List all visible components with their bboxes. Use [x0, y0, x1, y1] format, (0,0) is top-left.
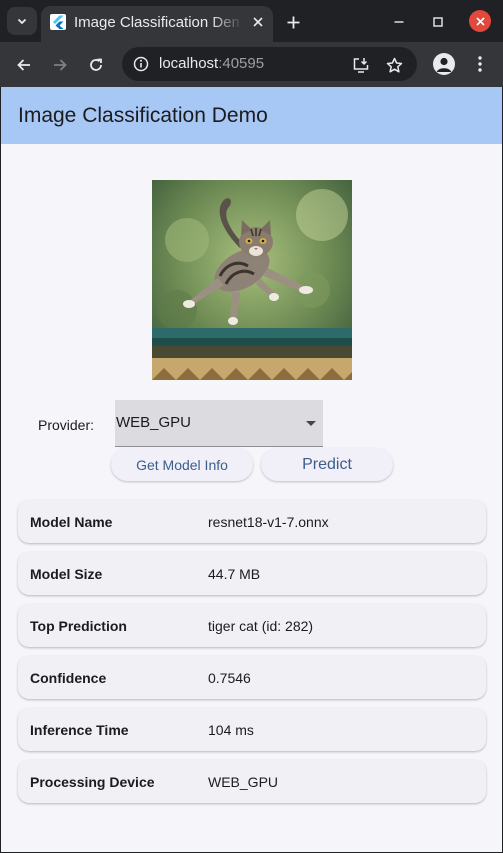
get-model-info-button[interactable]: Get Model Info	[111, 448, 253, 481]
install-app-button[interactable]	[351, 55, 371, 75]
result-card-top-prediction: Top Prediction tiger cat (id: 282)	[18, 604, 486, 647]
url-port: :40595	[218, 55, 265, 72]
tab-title-fade	[211, 10, 243, 34]
app-page: Image Classification Demo Provider: WEB_…	[1, 87, 502, 852]
forward-arrow-icon	[54, 59, 67, 71]
profile-avatar[interactable]	[433, 53, 455, 75]
new-tab-button[interactable]	[281, 10, 305, 34]
address-bar[interactable]: localhost:40595	[122, 47, 417, 81]
predict-button[interactable]: Predict	[261, 448, 393, 481]
reload-icon	[90, 58, 102, 71]
result-value: resnet18-v1-7.onnx	[208, 514, 329, 530]
result-card-processing-device: Processing Device WEB_GPU	[18, 760, 486, 803]
provider-dropdown[interactable]: WEB_GPU	[115, 400, 323, 447]
app-bar: Image Classification Demo	[1, 87, 502, 144]
result-card-confidence: Confidence 0.7546	[18, 656, 486, 699]
cat-photo	[152, 180, 352, 380]
person-icon	[436, 57, 452, 72]
dropdown-arrow-icon	[306, 421, 316, 426]
provider-dropdown-value: WEB_GPU	[116, 414, 192, 431]
result-value: 0.7546	[208, 670, 251, 686]
app-title: Image Classification Demo	[18, 104, 268, 127]
browser-menu-button[interactable]	[470, 53, 490, 75]
result-card-inference-time: Inference Time 104 ms	[18, 708, 486, 751]
close-icon	[475, 16, 485, 26]
browser-toolbar: localhost:40595	[0, 42, 503, 87]
result-value: WEB_GPU	[208, 774, 279, 790]
url-host: localhost	[159, 55, 219, 72]
result-label: Model Name	[30, 514, 113, 530]
result-card-model-name: Model Name resnet18-v1-7.onnx	[18, 500, 486, 543]
result-value: tiger cat (id: 282)	[208, 618, 314, 634]
more-vertical-icon	[478, 56, 482, 72]
back-button[interactable]	[11, 52, 37, 78]
forward-button[interactable]	[47, 52, 73, 78]
result-label: Processing Device	[30, 774, 155, 790]
plus-icon	[287, 16, 299, 28]
minimize-window-button[interactable]	[386, 9, 412, 35]
browser-tab-strip: Image Classification Demo	[0, 0, 503, 42]
tab-search-button[interactable]	[7, 7, 37, 35]
browser-tab[interactable]: Image Classification Demo	[41, 6, 273, 42]
bookmark-button[interactable]	[384, 55, 404, 75]
reload-button[interactable]	[83, 52, 109, 78]
provider-label: Provider:	[38, 417, 95, 433]
site-info-icon[interactable]	[133, 56, 149, 72]
tab-close-button[interactable]	[247, 11, 269, 33]
maximize-icon	[433, 17, 443, 27]
result-label: Model Size	[30, 566, 103, 582]
flutter-favicon-icon	[50, 14, 66, 30]
minimize-icon	[394, 21, 404, 23]
star-icon	[386, 57, 402, 73]
result-label: Top Prediction	[30, 618, 127, 634]
result-value: 44.7 MB	[208, 566, 261, 582]
result-value: 104 ms	[208, 722, 254, 738]
url-text[interactable]: localhost:40595	[159, 55, 264, 73]
back-arrow-icon	[17, 59, 30, 71]
result-label: Confidence	[30, 670, 107, 686]
maximize-window-button[interactable]	[425, 9, 451, 35]
result-card-model-size: Model Size 44.7 MB	[18, 552, 486, 595]
close-window-button[interactable]	[469, 10, 491, 32]
result-label: Inference Time	[30, 722, 129, 738]
install-app-icon	[353, 58, 369, 73]
chevron-down-icon	[17, 18, 27, 25]
close-icon	[253, 17, 263, 27]
